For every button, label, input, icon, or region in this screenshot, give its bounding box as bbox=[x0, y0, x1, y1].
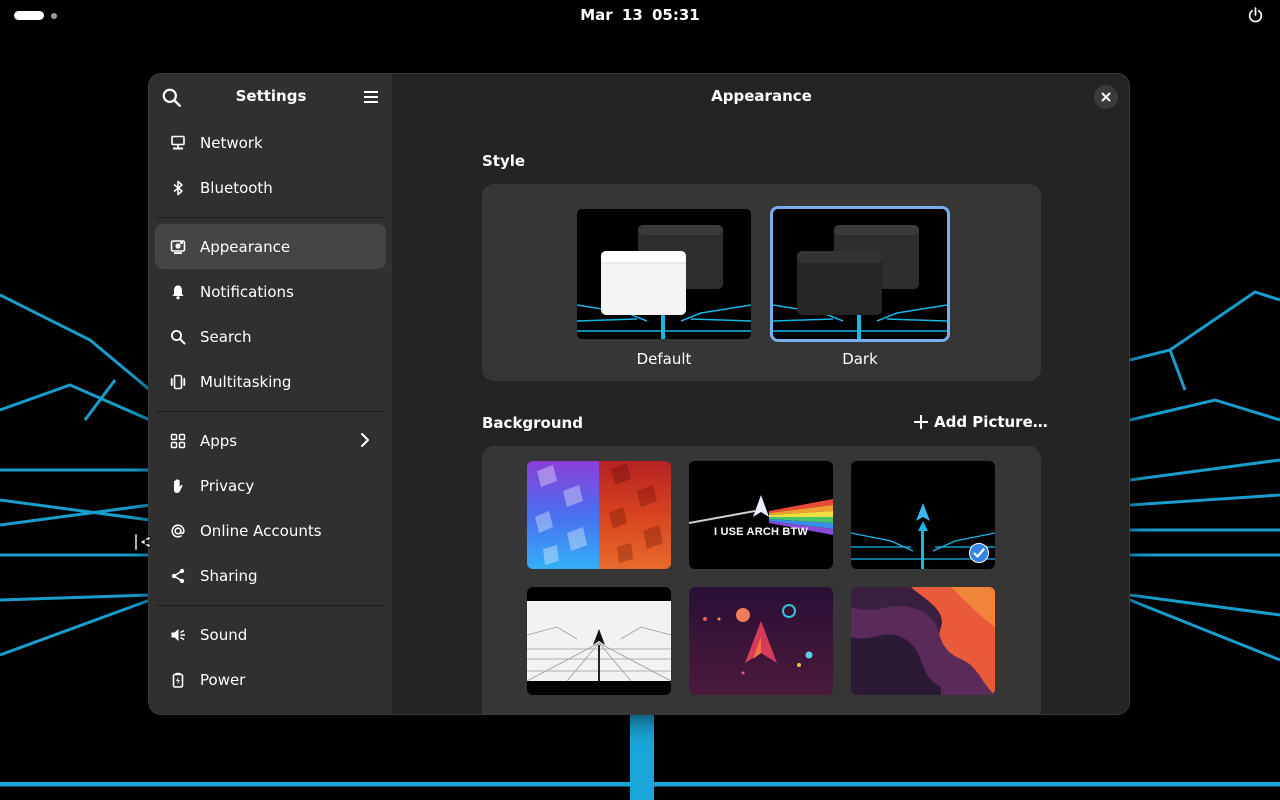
share-icon bbox=[169, 567, 186, 584]
add-picture-button[interactable]: Add Picture… bbox=[914, 413, 1048, 431]
resize-cursor-icon bbox=[134, 533, 151, 551]
sidebar-item-label: Network bbox=[200, 133, 263, 152]
sidebar-item-label: Sharing bbox=[200, 566, 258, 585]
sidebar-item-search[interactable]: Search bbox=[155, 314, 386, 359]
sidebar-item-multitasking[interactable]: Multitasking bbox=[155, 359, 386, 404]
sidebar-item-appearance[interactable]: Appearance bbox=[155, 224, 386, 269]
style-preview-dark bbox=[770, 206, 950, 342]
nav-group-apps: Apps Privacy Online Accounts Sharing bbox=[149, 418, 392, 598]
top-bar: Mar 13 05:31 bbox=[0, 0, 1280, 32]
close-icon bbox=[1101, 92, 1111, 102]
sidebar-item-label: Appearance bbox=[200, 237, 291, 256]
speaker-icon bbox=[169, 626, 186, 643]
sidebar: Settings Network Bluetooth Appearance No… bbox=[149, 74, 393, 714]
sidebar-item-label: Multitasking bbox=[200, 372, 292, 391]
sidebar-item-label: Apps bbox=[200, 431, 238, 450]
sidebar-item-label: Power bbox=[200, 670, 246, 689]
sidebar-item-network[interactable]: Network bbox=[155, 120, 386, 165]
sidebar-item-label: Online Accounts bbox=[200, 521, 322, 540]
clock[interactable]: Mar 13 05:31 bbox=[0, 6, 1280, 24]
nav-group-personalization: Appearance Notifications Search Multitas… bbox=[149, 224, 392, 404]
nav-group-hardware: Sound Power bbox=[149, 612, 392, 702]
sidebar-header: Settings bbox=[149, 74, 392, 120]
wallpaper-thumbnail-arch-prism[interactable]: I USE ARCH BTW bbox=[689, 461, 833, 569]
add-picture-label: Add Picture… bbox=[934, 413, 1048, 431]
background-grid: I USE ARCH BTW bbox=[482, 446, 1041, 714]
sidebar-item-sound[interactable]: Sound bbox=[155, 612, 386, 657]
settings-window: Settings Network Bluetooth Appearance No… bbox=[149, 74, 1129, 714]
sidebar-title: Settings bbox=[235, 87, 307, 105]
divider bbox=[155, 605, 386, 606]
sidebar-item-notifications[interactable]: Notifications bbox=[155, 269, 386, 314]
wallpaper-caption: I USE ARCH BTW bbox=[713, 526, 809, 538]
wallpaper-thumbnail-arch-space[interactable] bbox=[689, 587, 833, 695]
sidebar-item-sharing[interactable]: Sharing bbox=[155, 553, 386, 598]
at-icon bbox=[169, 522, 186, 539]
sidebar-item-label: Privacy bbox=[200, 476, 255, 495]
battery-icon bbox=[169, 671, 186, 688]
appearance-panel: Appearance Style Default Dark Background… bbox=[394, 74, 1129, 714]
style-option-label: Dark bbox=[842, 350, 878, 368]
bluetooth-icon bbox=[169, 179, 186, 196]
hand-icon bbox=[169, 477, 186, 494]
sidebar-item-label: Bluetooth bbox=[200, 178, 273, 197]
bell-icon bbox=[169, 283, 186, 300]
chevron-right-icon bbox=[361, 433, 369, 447]
style-heading: Style bbox=[482, 152, 526, 170]
power-icon[interactable] bbox=[1247, 7, 1264, 24]
network-icon bbox=[169, 134, 186, 151]
style-preview-default bbox=[574, 206, 754, 342]
sidebar-item-bluetooth[interactable]: Bluetooth bbox=[155, 165, 386, 210]
wallpaper-thumbnail-purple-orange[interactable] bbox=[851, 587, 995, 695]
style-option-label: Default bbox=[636, 350, 692, 368]
sidebar-item-label: Search bbox=[200, 327, 252, 346]
close-button[interactable] bbox=[1094, 85, 1118, 109]
sidebar-item-label: Sound bbox=[200, 625, 248, 644]
background-heading: Background bbox=[482, 414, 583, 432]
wallpaper-thumbnail-arch-white[interactable] bbox=[527, 587, 671, 695]
page-title: Appearance bbox=[711, 87, 812, 105]
plus-icon bbox=[914, 415, 928, 429]
multitasking-icon bbox=[169, 373, 186, 390]
wallpaper-thumbnail-blue-red[interactable] bbox=[527, 461, 671, 569]
divider bbox=[155, 411, 386, 412]
sidebar-item-online-accounts[interactable]: Online Accounts bbox=[155, 508, 386, 553]
wallpaper-thumbnail-arch-neon[interactable] bbox=[851, 461, 995, 569]
apps-icon bbox=[169, 432, 186, 449]
divider bbox=[155, 217, 386, 218]
sidebar-item-power[interactable]: Power bbox=[155, 657, 386, 702]
appearance-icon bbox=[169, 238, 186, 255]
sidebar-item-privacy[interactable]: Privacy bbox=[155, 463, 386, 508]
sidebar-item-label: Notifications bbox=[200, 282, 294, 301]
nav-group-connectivity: Network Bluetooth bbox=[149, 120, 392, 210]
style-card: Default Dark bbox=[482, 184, 1041, 381]
sidebar-item-apps[interactable]: Apps bbox=[155, 418, 386, 463]
search-icon bbox=[169, 328, 186, 345]
selected-check-icon bbox=[969, 543, 989, 563]
hamburger-menu-icon[interactable] bbox=[361, 87, 381, 107]
